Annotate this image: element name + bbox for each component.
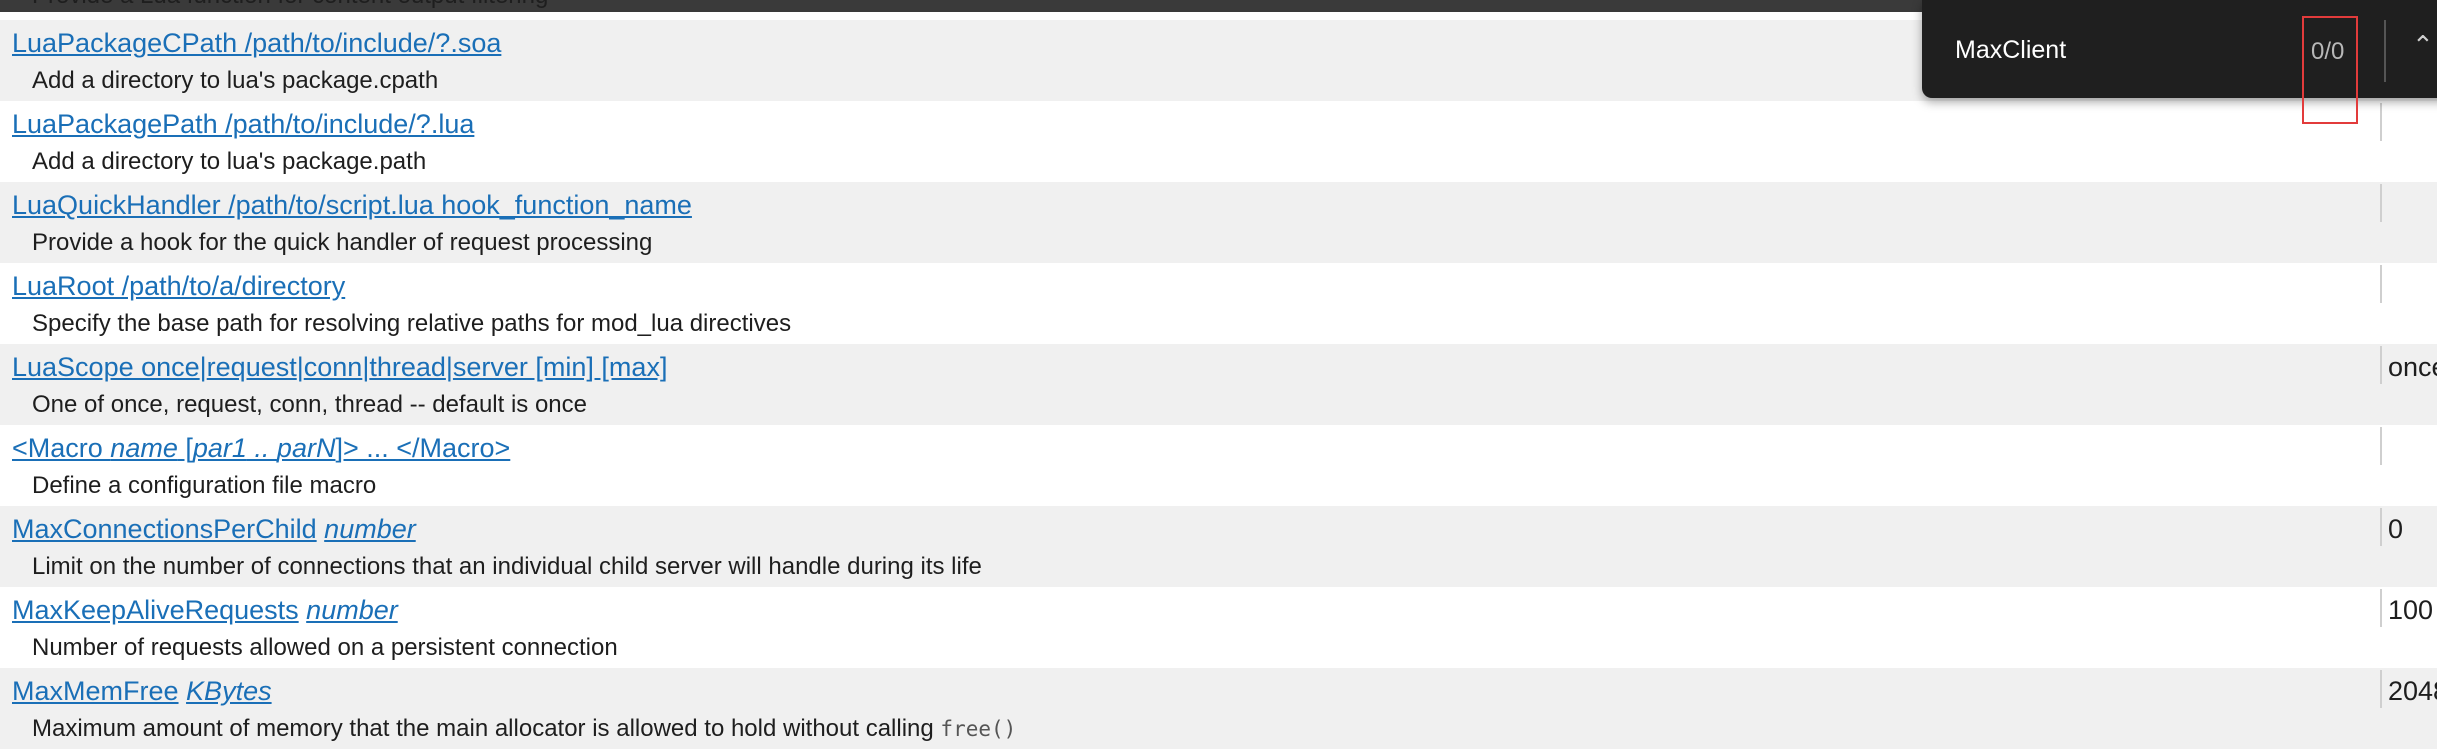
directive-link-part[interactable]: | <box>200 352 207 382</box>
directive-link-part[interactable]: conn <box>304 352 363 382</box>
directive-link-part[interactable]: <Macro <box>12 433 110 463</box>
description-text: Maximum amount of memory that the main a… <box>32 715 934 742</box>
directive-description: Add a directory to lua's package.path <box>32 148 427 175</box>
column-divider <box>2380 265 2382 303</box>
directive-link[interactable]: LuaScope once|request|conn|thread|server… <box>12 349 667 385</box>
list-item: LuaRoot /path/to/a/directory Specify the… <box>0 263 2437 344</box>
find-bar: MaxClient 0/0 ⌃ <box>1922 0 2437 124</box>
directive-description: Provide a hook for the quick handler of … <box>32 229 653 256</box>
find-input[interactable]: MaxClient <box>1955 36 2066 65</box>
directive-description: One of once, request, conn, thread -- de… <box>32 391 587 418</box>
directive-description: Define a configuration file macro <box>32 472 377 499</box>
directive-link-part[interactable]: | <box>297 352 304 382</box>
directive-link-part[interactable]: LuaScope once <box>12 352 200 382</box>
directive-link-part[interactable]: server [min] [max] <box>453 352 668 382</box>
list-item: MaxMemFree KBytes 2048 Maximum amount of… <box>0 668 2437 749</box>
column-divider <box>2380 103 2382 141</box>
separator <box>2384 20 2386 82</box>
default-value: 100 <box>2388 595 2434 625</box>
directive-arg[interactable]: number <box>324 514 416 544</box>
directive-link-part[interactable]: [ <box>178 433 193 463</box>
directive-link[interactable]: MaxConnectionsPerChild number <box>12 511 416 547</box>
list-item: LuaQuickHandler /path/to/script.lua hook… <box>0 182 2437 263</box>
directive-link[interactable]: LuaRoot /path/to/a/directory <box>12 271 345 301</box>
list-item: LuaPackagePath /path/to/include/?.lua Ad… <box>0 101 2437 182</box>
directive-arg[interactable]: KBytes <box>186 676 272 706</box>
directive-link-part[interactable]: ]> ... </Macro> <box>335 433 510 463</box>
list-item: <Macro name [par1 .. parN]> ... </Macro>… <box>0 425 2437 506</box>
default-value: once <box>2388 352 2437 382</box>
directive-link[interactable]: MaxKeepAliveRequests number <box>12 592 398 628</box>
list-item: MaxConnectionsPerChild number 0 Limit on… <box>0 506 2437 587</box>
directive-description: Maximum amount of memory that the main a… <box>32 713 1016 745</box>
directive-link[interactable]: LuaQuickHandler /path/to/script.lua hook… <box>12 190 692 220</box>
directive-link-part[interactable]: | <box>446 352 453 382</box>
directive-link[interactable]: MaxMemFree KBytes <box>12 673 272 709</box>
directive-link-part[interactable]: MaxKeepAliveRequests <box>12 595 299 625</box>
code-snippet: free() <box>940 717 1017 741</box>
list-item: LuaScope once|request|conn|thread|server… <box>0 344 2437 425</box>
directive-link-part[interactable]: thread <box>369 352 446 382</box>
column-divider <box>2380 670 2382 708</box>
directive-arg[interactable]: par1 <box>193 433 247 463</box>
directive-link-part[interactable]: request <box>207 352 297 382</box>
directive-link[interactable]: <Macro name [par1 .. parN]> ... </Macro> <box>12 430 510 466</box>
directive-description: Limit on the number of connections that … <box>32 553 982 580</box>
directive-arg[interactable]: name <box>110 433 178 463</box>
chevron-up-icon[interactable]: ⌃ <box>2412 30 2434 61</box>
directive-description: Add a directory to lua's package.cpath <box>32 67 439 94</box>
directive-arg[interactable]: number <box>306 595 398 625</box>
default-value: 2048 <box>2388 676 2437 706</box>
column-divider <box>2380 184 2382 222</box>
column-divider <box>2380 508 2382 546</box>
column-divider <box>2380 589 2382 627</box>
list-item: MaxKeepAliveRequests number 100 Number o… <box>0 587 2437 668</box>
directive-description: Specify the base path for resolving rela… <box>32 310 792 337</box>
directive-arg[interactable]: .. <box>247 433 277 463</box>
directive-arg[interactable]: parN <box>277 433 336 463</box>
directive-description: Number of requests allowed on a persiste… <box>32 634 618 661</box>
column-divider <box>2380 427 2382 465</box>
column-divider <box>2380 346 2382 384</box>
directive-link[interactable]: LuaPackageCPath /path/to/include/?.soa <box>12 28 501 58</box>
directive-description: Provide a Lua function for content outpu… <box>32 0 548 12</box>
directive-link-part[interactable]: MaxMemFree <box>12 676 179 706</box>
highlight-box <box>2302 16 2358 124</box>
directive-list: Provide a Lua function for content outpu… <box>0 0 2437 749</box>
directive-link[interactable]: LuaPackagePath /path/to/include/?.lua <box>12 109 474 139</box>
default-value: 0 <box>2388 514 2404 544</box>
directive-link-part[interactable]: MaxConnectionsPerChild <box>12 514 317 544</box>
